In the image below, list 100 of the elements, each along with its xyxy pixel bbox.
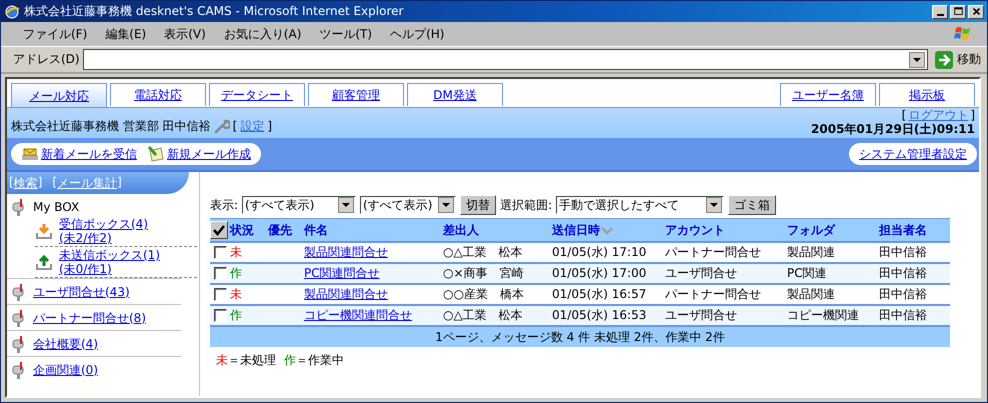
legend-mark: 未 [216,352,228,369]
tab[interactable]: データシート [209,83,305,106]
tab[interactable]: ユーザー名簿 [780,83,876,106]
subject-link[interactable]: PC関連問合せ [304,266,380,280]
bracket: [ [52,174,58,190]
legend-text: ＝作業中 [296,352,344,369]
table-cell-text: 01/05(水) 17:10 [552,244,648,261]
table-cell-text: コピー機関連 [787,307,860,324]
toolbar-link[interactable]: 新規メール作成 [147,145,251,163]
column-header[interactable]: 優先 [268,222,304,238]
range-label: 選択範囲: [500,196,552,214]
date-time: 2005年01月29日(土)09:11 [811,122,975,136]
minimize-icon [936,14,944,16]
column-header[interactable]: 担当者名 [879,222,950,238]
folder-link[interactable]: 企画関連(0) [33,362,98,376]
admin-settings-button[interactable]: システム管理者設定 [849,143,977,165]
column-header[interactable]: 差出人 [443,222,552,238]
minimize-button[interactable] [932,4,948,18]
user-name: 株式会社近藤事務機 営業部 田中信裕 [11,119,211,133]
status-cell-text: 作 [230,265,243,282]
trash-button[interactable]: ゴミ箱 [728,195,776,215]
mailbox-link[interactable]: 未送信ボックス(1) (未0/作1) [59,248,160,276]
table-cell-text: ○△工業 松本 [443,244,524,261]
table-cell-text: ユーザ問合せ [665,265,738,282]
dropdown[interactable]: (すべて表示) [360,196,456,214]
tray-up-arrow-icon [35,253,53,271]
column-header[interactable]: 送信日時 [552,222,665,238]
table-summary: 1ページ、メッセージ数 4 件 未処理 2件、作業中 2件 [210,327,950,347]
close-button[interactable] [968,4,984,18]
subject-link[interactable]: 製品関連問合せ [304,245,388,259]
close-icon [970,6,982,17]
maximize-button[interactable] [950,4,966,18]
table-cell-text: 01/05(水) 17:00 [552,265,648,282]
table-cell-text: 田中信裕 [879,244,928,261]
right-arrow-icon [935,50,953,68]
tab[interactable]: メール対応 [11,83,107,108]
bracket: ] [970,108,975,122]
bracket: [ [902,108,906,122]
folder-link[interactable]: パートナー問合せ(8) [33,310,146,324]
menu-item[interactable]: お気に入り(A) [224,26,302,42]
status-cell-text: 未 [230,244,243,261]
menu-item[interactable]: ヘルプ(H) [390,26,444,42]
column-header[interactable]: アカウント [665,222,787,238]
tab[interactable]: 掲示板 [879,83,975,106]
table-cell-text: 製品関連 [787,244,836,261]
table-cell-text: 01/05(水) 16:57 [552,286,648,303]
subject-link[interactable]: 製品関連問合せ [304,287,388,301]
menu-item[interactable]: ツール(T) [319,26,372,42]
tab[interactable]: 顧客管理 [308,83,404,106]
column-header[interactable]: 件名 [304,222,443,238]
row-checkbox[interactable] [214,288,227,301]
toolbar-link[interactable]: 新着メールを受信 [21,145,137,163]
table-cell-text: 田中信裕 [879,307,928,324]
bracket: ] [267,119,272,133]
legend-mark: 作 [284,352,296,369]
mailbox-link[interactable]: 受信ボックス(4) (未2/作2) [59,217,148,245]
row-checkbox[interactable] [214,309,227,322]
row-checkbox[interactable] [214,246,227,259]
table-cell-text: 田中信裕 [879,265,928,282]
table-cell-text: パートナー問合せ [665,244,762,261]
subject-link[interactable]: コピー機関連問合せ [304,308,412,322]
address-field[interactable] [82,49,928,70]
filter-label: 表示: [210,196,238,214]
maximize-icon [952,6,964,17]
window-title: 株式会社近藤事務機 desknet's CAMS - Microsoft Internet Explorer [24,3,404,20]
menu-item[interactable]: 表示(V) [164,26,206,42]
tray-down-arrow-icon [35,222,53,240]
column-header[interactable]: フォルダ [787,222,879,238]
tab[interactable]: DM発送 [407,83,503,106]
folder-link[interactable]: 会社概要(4) [33,336,98,350]
legend-text: ＝未処理 [228,352,276,369]
tab[interactable]: 電話対応 [110,83,206,106]
status-cell-text: 作 [230,307,243,324]
table-cell-text: 01/05(水) 16:53 [552,307,648,324]
table-cell-text: ○○産業 橋本 [443,286,525,303]
mybox-label: My BOX [33,200,80,214]
note-pencil-icon [147,145,165,163]
column-header[interactable]: 状況 [230,222,268,238]
switch-button[interactable]: 切替 [460,195,496,215]
table-cell-text: 製品関連 [787,286,836,303]
menu-item[interactable]: ファイル(F) [23,26,88,42]
dropdown[interactable]: 手動で選択したすべて [556,196,724,214]
table-cell-text: ○×商事 宮崎 [443,265,525,282]
table-cell-text: パートナー問合せ [665,286,762,303]
row-checkbox[interactable] [214,267,227,280]
wrench-icon [214,118,230,134]
bracket: [ [232,119,238,133]
browser-icon [4,4,20,20]
table-cell-text: ユーザ問合せ [665,307,738,324]
address-label: アドレス(D) [13,51,80,68]
bracket: ] [38,174,42,190]
table-cell-text: PC関連 [787,265,828,282]
table-cell-text: ○△工業 松本 [443,307,524,324]
folder-link[interactable]: ユーザ問合せ(43) [33,284,130,298]
menu-item[interactable]: 編集(E) [105,26,146,42]
status-cell-text: 未 [230,286,243,303]
logout-link[interactable]: ログアウト [908,108,968,122]
select-all-checkbox[interactable] [210,221,228,239]
bracket: ] [117,174,122,190]
dropdown[interactable]: (すべて表示) [242,196,356,214]
